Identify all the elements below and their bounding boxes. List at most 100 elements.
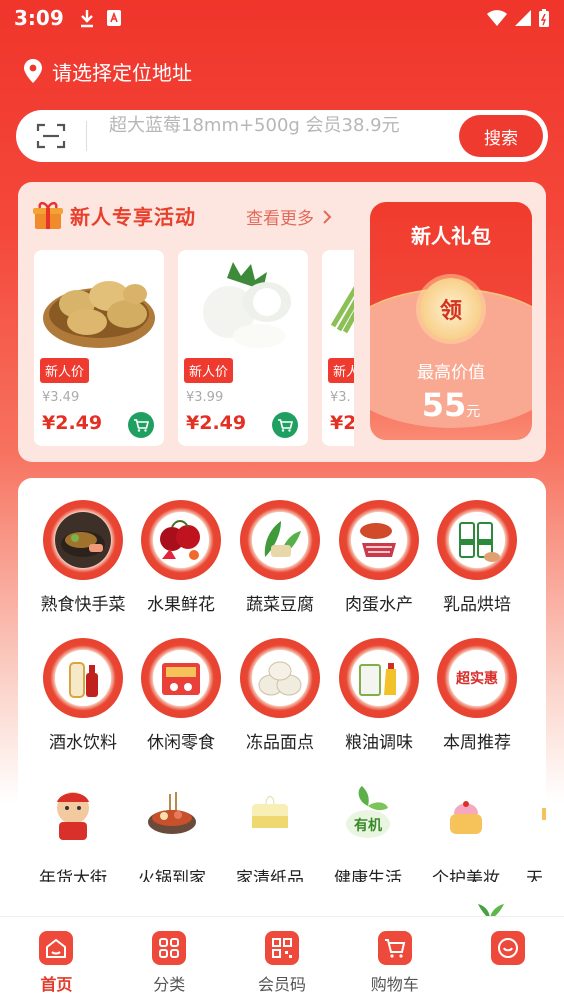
category-label: 水果鲜花	[147, 595, 215, 615]
oil-seasoning-icon	[339, 638, 419, 718]
signal-icon	[515, 10, 531, 26]
new-year-goods-icon	[33, 774, 113, 854]
cherry-fruit-icon	[141, 500, 221, 580]
category-item[interactable]: 水果鲜花	[131, 500, 231, 615]
category-label: 本周推荐	[443, 733, 511, 753]
location-pin-icon	[22, 58, 44, 84]
category-label: 天	[526, 869, 543, 882]
gift-pack-unit: 元	[466, 404, 481, 420]
gift-pack-amount: 55	[421, 386, 467, 424]
hotpot-dishes-icon	[43, 500, 123, 580]
meat-seafood-icon	[339, 500, 419, 580]
download-icon	[80, 10, 93, 28]
category-item[interactable]: 年货大街	[23, 774, 123, 882]
promo-price: ¥2.49	[42, 412, 103, 434]
promo-title: 新人专享活动	[70, 204, 196, 229]
tab-label: 首页	[40, 975, 73, 994]
category-item[interactable]: 冻品面点	[230, 638, 330, 753]
tab-home[interactable]: 首页	[0, 917, 113, 1004]
tab-cart[interactable]: 购物车	[338, 917, 451, 1004]
promo-product-card[interactable]: 新人 ¥3. ¥2	[322, 250, 354, 446]
new-user-price-badge: 新人价	[184, 358, 234, 383]
gift-pack-label: 最高价值	[417, 363, 485, 383]
app-notification-icon	[106, 10, 121, 26]
new-user-gift-pack[interactable]: 新人礼包 领 最高价值 55元	[370, 202, 532, 440]
wifi-icon	[487, 10, 507, 26]
category-item[interactable]: 超实惠 本周推荐	[427, 638, 527, 753]
category-item[interactable]: 休闲零食	[131, 638, 231, 753]
search-bar: 超大蓝莓18mm+500g 会员38.9元 搜索	[16, 110, 548, 162]
category-item[interactable]: 酒水饮料	[33, 638, 133, 753]
location-selector[interactable]: 请选择定位地址	[22, 56, 192, 86]
location-label: 请选择定位地址	[52, 60, 192, 85]
organic-icon: 有机	[328, 774, 408, 854]
original-price: ¥3.	[330, 390, 351, 405]
promo-product-card[interactable]: 新人价 ¥3.49 ¥2.49	[34, 250, 164, 446]
search-button[interactable]: 搜索	[459, 115, 543, 157]
scan-icon[interactable]	[16, 122, 86, 150]
category-item[interactable]: 家清纸品	[220, 774, 320, 882]
category-label: 冻品面点	[246, 733, 314, 753]
battery-icon	[539, 9, 549, 27]
category-label: 酒水饮料	[49, 733, 117, 753]
search-input[interactable]: 超大蓝莓18mm+500g 会员38.9元	[109, 112, 459, 160]
promo-header: 新人专享活动	[32, 198, 196, 232]
weekly-deal-icon: 超实惠	[437, 638, 517, 718]
category-icon	[152, 931, 187, 965]
add-to-cart-icon[interactable]	[272, 412, 298, 438]
vegetables-icon	[240, 500, 320, 580]
category-item[interactable]: 个护美妆	[416, 774, 516, 882]
category-item[interactable]: 蔬菜豆腐	[230, 500, 330, 615]
partial-icon	[514, 774, 546, 854]
promo-product-list: 新人价 ¥3.49 ¥2.49 新人价 ¥3.99 ¥2.49 新人 ¥3. ¥…	[34, 250, 354, 446]
category-item[interactable]: 熟食快手菜	[33, 500, 133, 615]
category-label: 乳品烘培	[443, 595, 511, 615]
category-label: 火锅到家	[138, 869, 206, 882]
tab-label: 分类	[153, 975, 186, 994]
cosmetics-icon	[426, 774, 506, 854]
gift-box-icon	[32, 199, 64, 231]
status-time: 3:09	[14, 6, 64, 30]
category-item[interactable]: 乳品烘培	[427, 500, 527, 615]
new-user-promo: 新人专享活动 查看更多 新人价 ¥3.49 ¥2.49 新人价 ¥3.99 ¥2…	[18, 182, 546, 462]
tab-category[interactable]: 分类	[113, 917, 226, 1004]
category-item[interactable]: 天	[514, 774, 546, 882]
tab-profile[interactable]	[451, 917, 564, 1004]
original-price: ¥3.99	[186, 390, 224, 405]
promo-more-link[interactable]: 查看更多	[246, 204, 332, 229]
dumplings-icon	[240, 638, 320, 718]
new-user-price-badge: 新人	[328, 358, 354, 383]
category-label: 蔬菜豆腐	[246, 595, 314, 615]
category-item[interactable]: 有机 健康生活	[318, 774, 418, 882]
category-label: 粮油调味	[345, 733, 413, 753]
status-bar: 3:09	[0, 0, 564, 36]
promo-more-label: 查看更多	[246, 209, 314, 229]
category-label: 休闲零食	[147, 733, 215, 753]
original-price: ¥3.49	[42, 390, 80, 405]
qr-code-icon	[264, 931, 299, 965]
search-divider	[86, 121, 87, 151]
organic-text: 有机	[354, 817, 382, 834]
tab-label: 会员码	[257, 975, 306, 994]
category-item[interactable]: 粮油调味	[329, 638, 429, 753]
profile-icon	[490, 931, 525, 965]
milk-bakery-icon	[437, 500, 517, 580]
category-item[interactable]: 肉蛋水产	[329, 500, 429, 615]
category-label: 个护美妆	[432, 869, 500, 882]
category-label: 健康生活	[334, 869, 402, 882]
category-item[interactable]: 火锅到家	[122, 774, 222, 882]
promo-product-card[interactable]: 新人价 ¥3.99 ¥2.49	[178, 250, 308, 446]
category-label: 熟食快手菜	[40, 595, 126, 615]
gift-pack-title: 新人礼包	[411, 224, 491, 248]
green-beans-image	[322, 250, 354, 362]
category-label: 家清纸品	[236, 869, 304, 882]
tab-label: 购物车	[370, 975, 419, 994]
cart-icon	[377, 931, 412, 965]
claim-coin-button[interactable]: 领	[420, 278, 482, 340]
tab-member-code[interactable]: 会员码	[226, 917, 339, 1004]
category-label: 年货大街	[39, 869, 107, 882]
weekly-deal-text: 超实惠	[449, 650, 505, 706]
add-to-cart-icon[interactable]	[128, 412, 154, 438]
hotpot-icon	[132, 774, 212, 854]
tissue-icon	[230, 774, 310, 854]
